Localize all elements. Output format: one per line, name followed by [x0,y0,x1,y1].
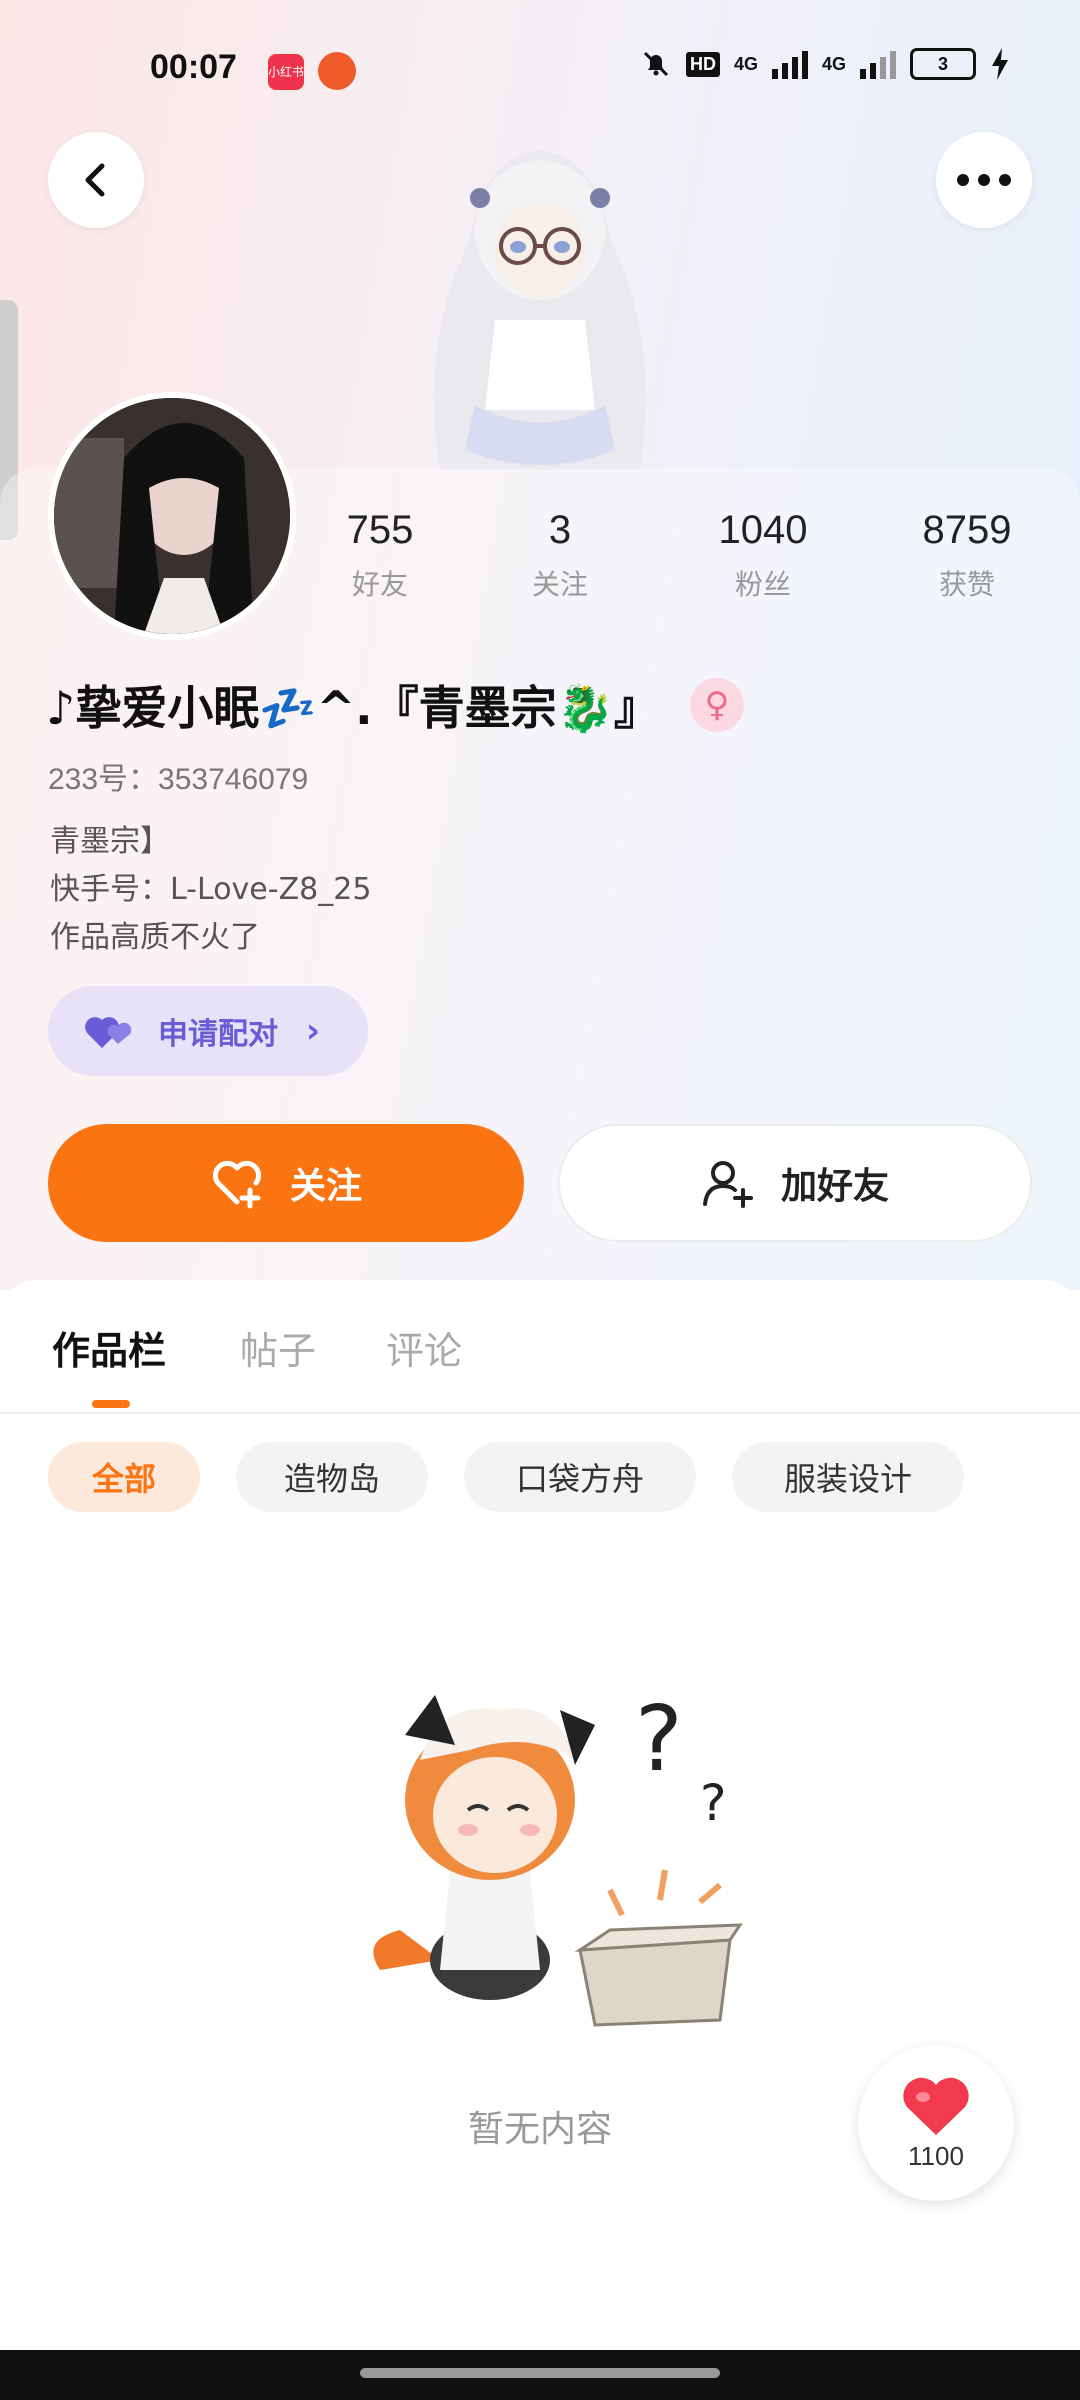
stat-following[interactable]: 3 关注 [480,508,640,603]
stat-label: 好友 [351,568,408,601]
signal-icon-2 [860,49,896,79]
chevron-left-icon [85,163,105,197]
stat-label: 粉丝 [734,568,791,601]
request-pair-label: 申请配对 [158,1017,278,1052]
status-time: 00:07 [150,48,237,86]
home-indicator[interactable] [360,2368,720,2378]
xiaohongshu-notification-icon: 小红书 [268,54,304,90]
profile-bio: 青墨宗】 快手号：L-Love-Z8_25 作品高质不火了 [50,818,371,962]
add-user-icon [702,1161,753,1208]
profile-stats: 755 好友 3 关注 1040 粉丝 8759 获赞 [300,508,1060,618]
nickname-text: ♪挚爱小眠💤^.『青墨宗🐉』 [46,681,660,735]
more-dots-icon [957,174,1011,186]
female-gender-icon: ♀ [689,678,744,732]
heart-plus-icon [212,1160,262,1209]
double-heart-icon [85,1017,132,1048]
signal-icon-1 [771,49,808,79]
chevron-right-icon: › [306,1011,321,1051]
content-tabs: 作品栏 帖子 评论 [0,1280,1080,1414]
bio-line: 快手号：L-Love-Z8_25 [50,872,372,907]
stat-value: 755 [346,508,414,552]
chip-all[interactable]: 全部 [48,1442,200,1512]
tab-comments[interactable]: 评论 [386,1320,462,1375]
hd-voice-icon: HD [685,51,720,77]
like-count: 1100 [908,2140,964,2171]
user-id[interactable]: 233号：353746079 [48,754,308,798]
bio-line: 作品高质不火了 [50,920,260,955]
follow-label: 关注 [289,1166,362,1207]
system-navigation-bar [0,2350,1080,2400]
stat-label: 关注 [531,568,588,601]
profile-nickname: ♪挚爱小眠💤^.『青墨宗🐉』 ♀ [46,672,744,738]
chip-pocket-ark[interactable]: 口袋方舟 [464,1442,696,1512]
back-button[interactable] [48,132,144,228]
chip-creation-island[interactable]: 造物岛 [236,1442,428,1512]
stat-friends[interactable]: 755 好友 [300,508,460,603]
stat-likes[interactable]: 8759 获赞 [887,508,1047,603]
mute-bell-icon [643,51,669,77]
tab-works[interactable]: 作品栏 [52,1320,166,1375]
svg-text:?: ? [700,1774,727,1832]
heart-icon [903,2077,969,2135]
battery-icon: 3 [910,48,976,80]
avatar-character-figure[interactable] [380,120,700,470]
chip-costume-design[interactable]: 服装设计 [732,1442,964,1512]
avatar[interactable] [48,392,296,640]
like-floating-button[interactable]: 1100 [858,2045,1014,2201]
svg-text:?: ? [635,1687,683,1792]
charging-bolt-icon [992,48,1008,80]
bio-line: 青墨宗】 [50,824,170,859]
stat-value: 8759 [922,508,1012,552]
stat-value: 1040 [718,508,808,552]
tab-posts[interactable]: 帖子 [240,1320,316,1375]
avatar-photo [54,398,290,634]
more-options-button[interactable] [936,132,1032,228]
stat-value: 3 [548,508,572,552]
status-bar: 00:07 小红书 HD 4G 4G 3 [0,40,1080,104]
stat-fans[interactable]: 1040 粉丝 [683,508,843,603]
network-type-2: 4G [821,53,846,74]
stat-label: 获赞 [938,568,995,601]
add-friend-button[interactable]: 加好友 [558,1124,1032,1242]
add-friend-label: 加好友 [780,1166,889,1207]
network-type-1: 4G [733,53,758,74]
empty-state-illustration: ? ? [373,1687,743,2027]
active-tab-indicator [92,1400,130,1408]
request-pair-button[interactable]: 申请配对 › [48,986,368,1076]
app-notification-icon [318,52,356,90]
follow-button[interactable]: 关注 [48,1124,524,1242]
